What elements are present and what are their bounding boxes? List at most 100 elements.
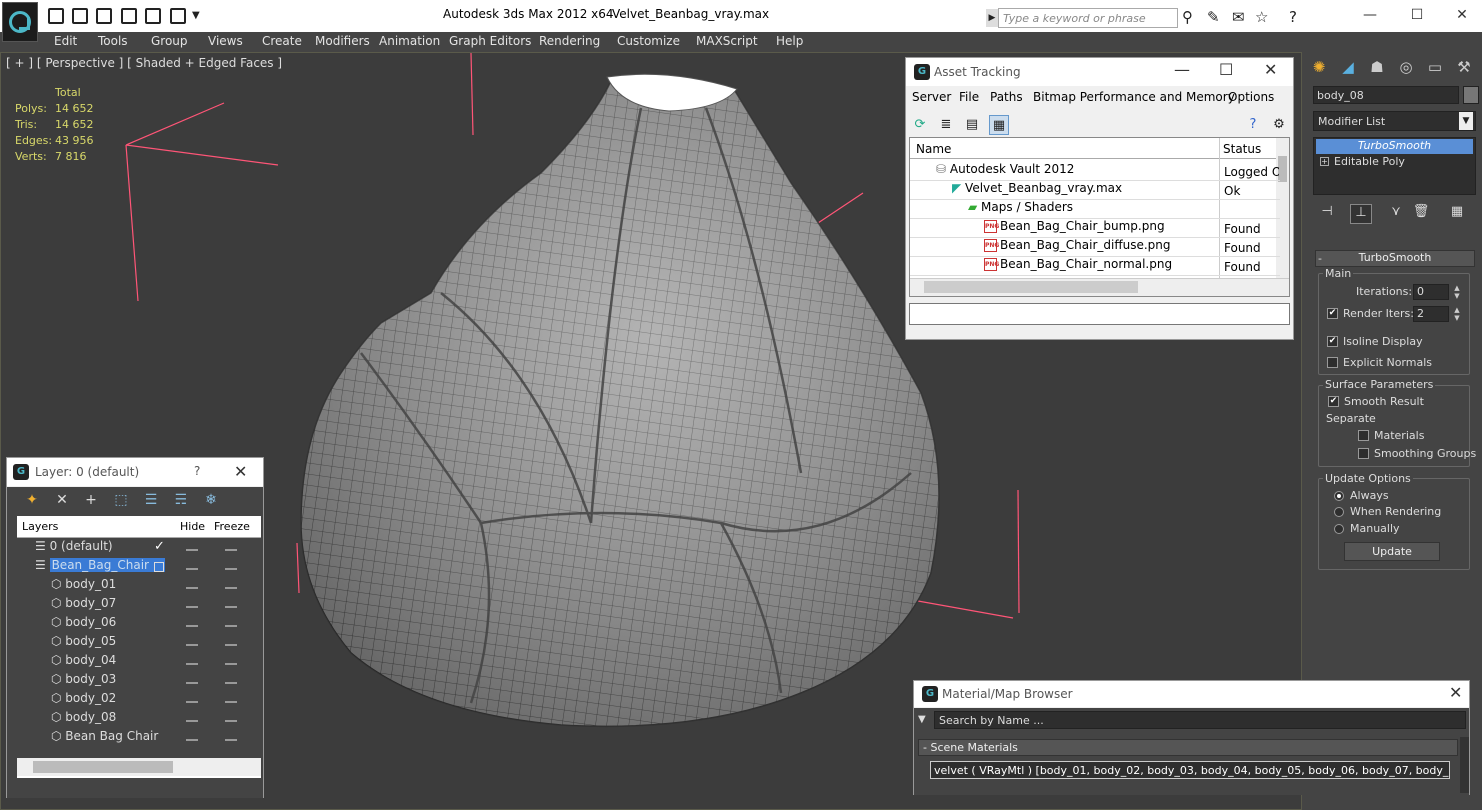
turbosmooth-rollout-header[interactable]: TurboSmooth xyxy=(1315,250,1475,267)
layer-row[interactable]: ⬡ body_05 xyxy=(17,634,251,653)
layer-row[interactable]: ⬡ body_02 xyxy=(17,691,251,710)
help-icon[interactable]: ? xyxy=(194,464,200,478)
layer-row[interactable]: ⬡ body_07 xyxy=(17,596,251,615)
motion-tab-icon[interactable]: ◎ xyxy=(1395,58,1417,78)
layer-row[interactable]: ⬡ body_06 xyxy=(17,615,251,634)
freeze-toggle[interactable] xyxy=(225,587,237,589)
freeze-toggle[interactable] xyxy=(225,606,237,608)
hide-toggle[interactable] xyxy=(186,549,198,551)
menu-edit[interactable]: Edit xyxy=(54,34,77,48)
close-icon[interactable]: ✕ xyxy=(1449,683,1462,702)
stack-item-editable-poly[interactable]: Editable Poly xyxy=(1316,155,1473,170)
freeze-toggle[interactable] xyxy=(225,682,237,684)
menu-modifiers[interactable]: Modifiers xyxy=(315,34,370,48)
close-icon[interactable]: ✕ xyxy=(1264,60,1277,79)
menu-views[interactable]: Views xyxy=(208,34,243,48)
favorites-star-icon[interactable]: ☆ xyxy=(1255,8,1268,26)
select-objects-icon[interactable]: ⬚ xyxy=(110,492,132,512)
save-icon[interactable] xyxy=(72,8,88,24)
minimize-icon[interactable]: — xyxy=(1174,60,1190,79)
wrench-icon[interactable]: ✎ xyxy=(1207,8,1220,26)
modify-tab-icon[interactable]: ◢ xyxy=(1337,58,1359,78)
layer-row[interactable]: ⬡ body_01 xyxy=(17,577,251,596)
layer-row[interactable]: ⬡ body_03 xyxy=(17,672,251,691)
col-layers[interactable]: Layers xyxy=(22,520,58,533)
hide-toggle[interactable] xyxy=(186,701,198,703)
freeze-toggle[interactable] xyxy=(225,625,237,627)
freeze-toggle[interactable] xyxy=(225,739,237,741)
spinner-arrows-icon[interactable]: ▲ ▼ xyxy=(1452,284,1462,300)
create-layer-icon[interactable]: ✦ xyxy=(21,492,43,512)
scene-materials-header[interactable]: - Scene Materials xyxy=(918,739,1458,756)
menu-maxscript[interactable]: MAXScript xyxy=(696,34,758,48)
close-icon[interactable]: ✕ xyxy=(1442,4,1482,26)
hide-toggle[interactable] xyxy=(186,644,198,646)
manually-radio[interactable] xyxy=(1334,524,1344,534)
object-color-swatch[interactable] xyxy=(1463,86,1479,104)
scrollbar-thumb[interactable] xyxy=(33,761,173,773)
asset-menu-options[interactable]: Options xyxy=(1228,90,1274,104)
render-iters-spinner[interactable]: 2 xyxy=(1413,306,1449,322)
current-layer-check-icon[interactable]: ✓ xyxy=(154,539,165,554)
search-expand-icon[interactable]: ▶ xyxy=(986,9,998,27)
highlight-layer-icon[interactable]: ☰ xyxy=(140,492,162,512)
binoculars-icon[interactable]: ⚲ xyxy=(1182,8,1193,26)
col-freeze[interactable]: Freeze xyxy=(214,520,250,533)
freeze-toggle[interactable] xyxy=(225,663,237,665)
hide-toggle[interactable] xyxy=(186,587,198,589)
update-button[interactable]: Update xyxy=(1344,542,1440,561)
object-name-field[interactable]: body_08 xyxy=(1313,86,1459,104)
pin-stack-icon[interactable]: ⊣ xyxy=(1316,204,1338,224)
freeze-toggle[interactable] xyxy=(225,644,237,646)
search-by-name-input[interactable]: Search by Name ... xyxy=(934,711,1466,729)
undo-icon[interactable] xyxy=(96,8,112,24)
material-item[interactable]: velvet ( VRayMtl ) [body_01, body_02, bo… xyxy=(930,761,1450,779)
explicit-normals-checkbox[interactable] xyxy=(1327,357,1338,368)
set-current-box-icon[interactable] xyxy=(154,562,164,572)
app-logo-icon[interactable] xyxy=(2,2,38,42)
asset-menu-file[interactable]: File xyxy=(959,90,979,104)
materials-checkbox[interactable] xyxy=(1358,430,1369,441)
asset-row[interactable]: ▰ Maps / Shaders xyxy=(910,200,1280,219)
layer-row[interactable]: ☰ 0 (default) xyxy=(17,539,251,558)
menu-tools[interactable]: Tools xyxy=(98,34,128,48)
col-name[interactable]: Name xyxy=(916,142,951,156)
hide-toggle[interactable] xyxy=(186,720,198,722)
hide-toggle[interactable] xyxy=(186,625,198,627)
smoothing-groups-checkbox[interactable] xyxy=(1358,448,1369,459)
vertical-scrollbar[interactable] xyxy=(1460,737,1469,793)
remove-modifier-icon[interactable]: 🗑 xyxy=(1410,204,1432,224)
quick-access-dropdown-icon[interactable]: ▼ xyxy=(192,10,200,21)
hierarchy-tab-icon[interactable]: ☗ xyxy=(1366,58,1388,78)
fetch-icon[interactable] xyxy=(170,8,186,24)
search-input[interactable]: Type a keyword or phrase xyxy=(998,8,1178,28)
iterations-spinner[interactable]: 0 xyxy=(1413,284,1449,300)
minimize-icon[interactable]: — xyxy=(1350,4,1390,26)
freeze-toggle[interactable] xyxy=(225,568,237,570)
menu-customize[interactable]: Customize xyxy=(617,34,680,48)
modifier-list-dropdown[interactable]: Modifier List ▼ xyxy=(1313,111,1476,131)
menu-graph-editors[interactable]: Graph Editors xyxy=(449,34,531,48)
freeze-toggle[interactable] xyxy=(225,701,237,703)
delete-layer-icon[interactable]: ✕ xyxy=(51,492,73,512)
menu-rendering[interactable]: Rendering xyxy=(539,34,600,48)
col-status[interactable]: Status xyxy=(1223,142,1261,156)
redo-icon[interactable] xyxy=(121,8,137,24)
hide-toggle[interactable] xyxy=(186,663,198,665)
show-end-result-icon[interactable]: ⊥ xyxy=(1350,204,1372,224)
communication-icon[interactable]: ✉ xyxy=(1232,8,1245,26)
asset-menu-paths[interactable]: Paths xyxy=(990,90,1023,104)
tree-view-icon[interactable]: ▤ xyxy=(962,115,982,135)
hide-toggle[interactable] xyxy=(186,606,198,608)
asset-path-input[interactable] xyxy=(909,303,1290,325)
when-rendering-radio[interactable] xyxy=(1334,507,1344,517)
configure-sets-icon[interactable]: ▦ xyxy=(1446,204,1468,224)
freeze-toggle[interactable] xyxy=(225,720,237,722)
close-icon[interactable]: ✕ xyxy=(234,462,247,481)
layer-row[interactable]: ☰ Bean_Bag_Chair xyxy=(17,558,251,577)
display-tab-icon[interactable]: ▭ xyxy=(1424,58,1446,78)
col-hide[interactable]: Hide xyxy=(180,520,205,533)
render-iters-checkbox[interactable]: ✔ xyxy=(1327,308,1338,319)
asset-menu-server[interactable]: Server xyxy=(912,90,951,104)
options-dropdown-icon[interactable]: ▼ xyxy=(918,714,926,725)
